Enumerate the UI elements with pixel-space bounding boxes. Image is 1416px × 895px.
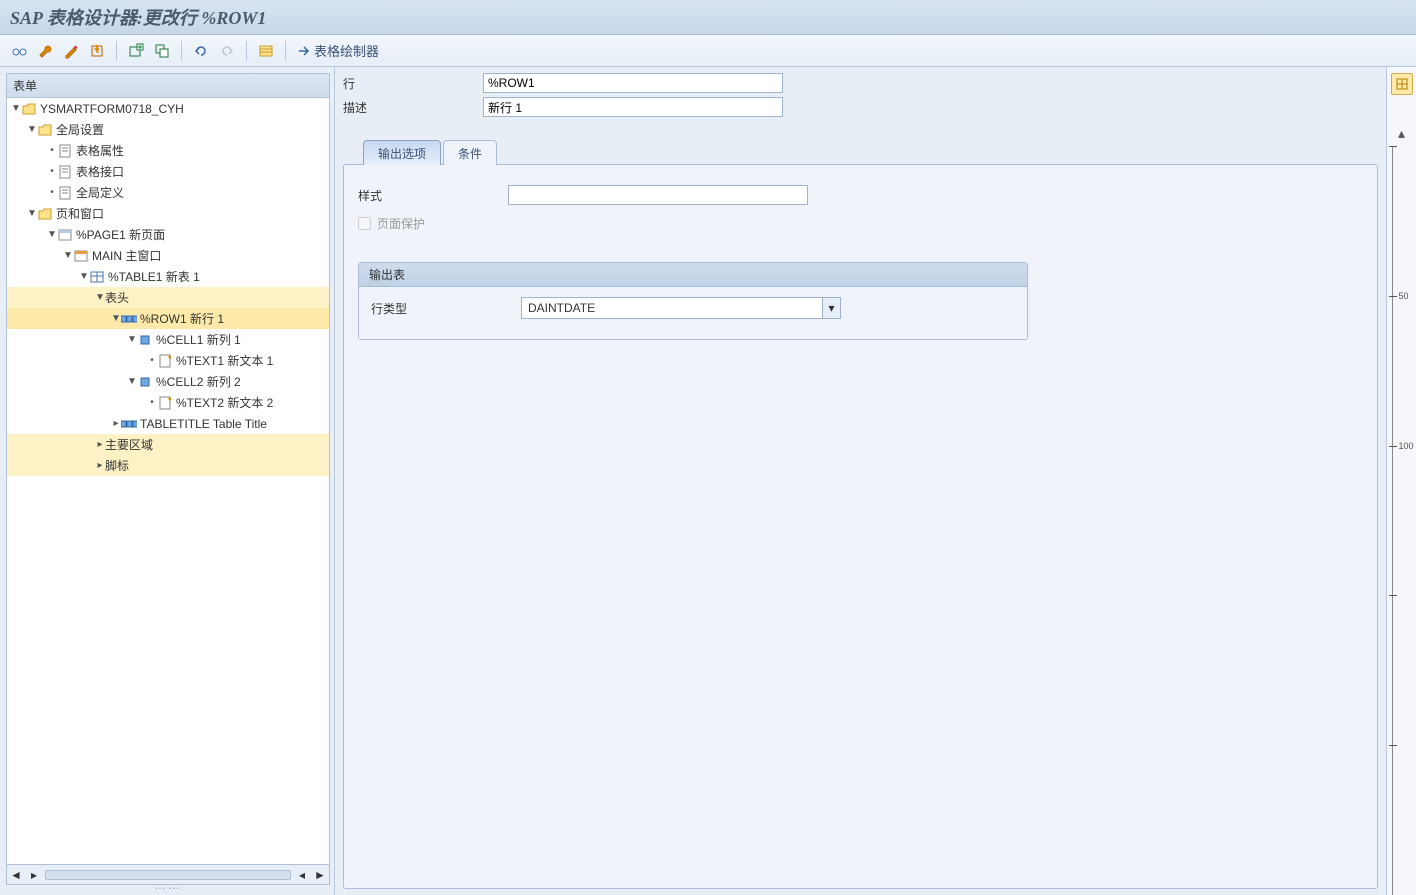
tree-label: %PAGE1 新页面 [76,226,165,243]
nav-prev-icon[interactable]: ▸ [27,868,41,882]
tree-label: %TEXT1 新文本 1 [176,352,273,369]
desc-field-label: 描述 [343,99,483,116]
activate-icon[interactable] [86,40,108,62]
table-icon [89,269,105,285]
nav-last-icon[interactable]: ► [313,868,327,882]
detail-pane: 行 描述 输出选项 条件 样式 页面保护 输出表 行类 [335,67,1386,895]
page-icon [57,164,73,180]
tree-label: 全局设置 [56,121,104,138]
page-icon [57,185,73,201]
tree-node-root[interactable]: ▼YSMARTFORM0718_CYH [7,98,329,119]
cell-icon [137,374,153,390]
tab-conditions[interactable]: 条件 [443,140,497,165]
folder-open-icon [21,101,37,117]
tree-label: YSMARTFORM0718_CYH [40,102,184,116]
ruler-toggle-icon[interactable] [1391,73,1413,95]
style-label: 样式 [358,187,508,204]
tree-label: %ROW1 新行 1 [140,310,224,327]
row-type-value: DAINTDATE [522,301,822,315]
tree-label: 表格属性 [76,142,124,159]
tree-node-footer[interactable]: ▸脚标 [7,455,329,476]
page-protect-checkbox [358,217,371,230]
tree-label: %TEXT2 新文本 2 [176,394,273,411]
tree-label: 主要区域 [105,436,153,453]
tree-label: %TABLE1 新表 1 [108,268,200,285]
tree-node-page1[interactable]: ▼%PAGE1 新页面 [7,224,329,245]
tree-node-text1[interactable]: •%TEXT1 新文本 1 [7,350,329,371]
row-field-label: 行 [343,75,483,92]
pencil-icon[interactable] [60,40,82,62]
tree-label: 表格接口 [76,163,124,180]
tree-header: 表单 [6,73,330,98]
redo-icon[interactable] [216,40,238,62]
undo-icon[interactable] [190,40,212,62]
copy-node-icon[interactable] [151,40,173,62]
navigation-tree-pane: 表单 ▼YSMARTFORM0718_CYH ▼全局设置 •表格属性 •表格接口… [0,67,335,895]
arrow-right-icon[interactable]: 表格绘制器 [294,40,381,62]
ruler-up-arrow-icon: ▴ [1398,125,1405,142]
nav-first-icon[interactable]: ◄ [9,868,23,882]
ruler-pane: ▴ 50 100 [1386,67,1416,895]
row-icon [121,311,137,327]
row-icon [121,416,137,432]
create-node-icon[interactable] [125,40,147,62]
glasses-icon[interactable] [8,40,30,62]
tree-node-global-defs[interactable]: •全局定义 [7,182,329,203]
tree-node-form-iface[interactable]: •表格接口 [7,161,329,182]
tab-content: 样式 页面保护 输出表 行类型 DAINTDATE ▾ [343,164,1378,889]
window-title: SAP 表格设计器:更改行 %ROW1 [0,0,1416,35]
tree-hscroll[interactable] [45,870,291,880]
tree-label: %CELL1 新列 1 [156,331,241,348]
tree-label: 全局定义 [76,184,124,201]
tree-node-row1[interactable]: ▼%ROW1 新行 1 [7,308,329,329]
ruler-mark-100: 100 [1399,441,1414,451]
field-list-icon[interactable] [255,40,277,62]
ruler-mark-50: 50 [1399,291,1409,301]
cell-icon [137,332,153,348]
wrench-icon[interactable] [34,40,56,62]
tab-strip: 输出选项 条件 [343,139,1378,164]
tree-label: TABLETITLE Table Title [140,417,267,431]
table-painter-label: 表格绘制器 [314,41,379,60]
tree-label: %CELL2 新列 2 [156,373,241,390]
tree-node-pages[interactable]: ▼页和窗口 [7,203,329,224]
page-protect-label: 页面保护 [377,215,425,232]
page-node-icon [57,227,73,243]
page-icon [57,143,73,159]
splitter-handle[interactable]: ⋯⋯ [6,885,330,891]
row-field-input[interactable] [483,73,783,93]
tree-label: MAIN 主窗口 [92,247,161,264]
tree-label: 表头 [105,289,129,306]
tree-node-tabletitle[interactable]: ▸TABLETITLE Table Title [7,413,329,434]
tree-node-header-area[interactable]: ▼表头 [7,287,329,308]
tree-body[interactable]: ▼YSMARTFORM0718_CYH ▼全局设置 •表格属性 •表格接口 •全… [6,98,330,865]
ruler-scale: 50 100 [1392,146,1412,895]
tree-node-form-attrs[interactable]: •表格属性 [7,140,329,161]
tree-label: 页和窗口 [56,205,104,222]
main-toolbar: 表格绘制器 [0,35,1416,67]
tree-label: 脚标 [105,457,129,474]
folder-open-icon [37,206,53,222]
tab-output-options[interactable]: 输出选项 [363,140,441,165]
window-icon [73,248,89,264]
tree-node-text2[interactable]: •%TEXT2 新文本 2 [7,392,329,413]
folder-open-icon [37,122,53,138]
tree-node-cell1[interactable]: ▼%CELL1 新列 1 [7,329,329,350]
dropdown-arrow-icon[interactable]: ▾ [822,298,840,318]
output-table-section-title: 输出表 [359,263,1027,287]
row-type-dropdown[interactable]: DAINTDATE ▾ [521,297,841,319]
style-input[interactable] [508,185,808,205]
tree-node-main-area[interactable]: ▸主要区域 [7,434,329,455]
tree-node-table1[interactable]: ▼%TABLE1 新表 1 [7,266,329,287]
text-icon [157,353,173,369]
text-icon [157,395,173,411]
desc-field-input[interactable] [483,97,783,117]
row-type-label: 行类型 [371,300,521,317]
nav-next-icon[interactable]: ◂ [295,868,309,882]
tree-node-cell2[interactable]: ▼%CELL2 新列 2 [7,371,329,392]
tree-node-main[interactable]: ▼MAIN 主窗口 [7,245,329,266]
tree-node-global[interactable]: ▼全局设置 [7,119,329,140]
